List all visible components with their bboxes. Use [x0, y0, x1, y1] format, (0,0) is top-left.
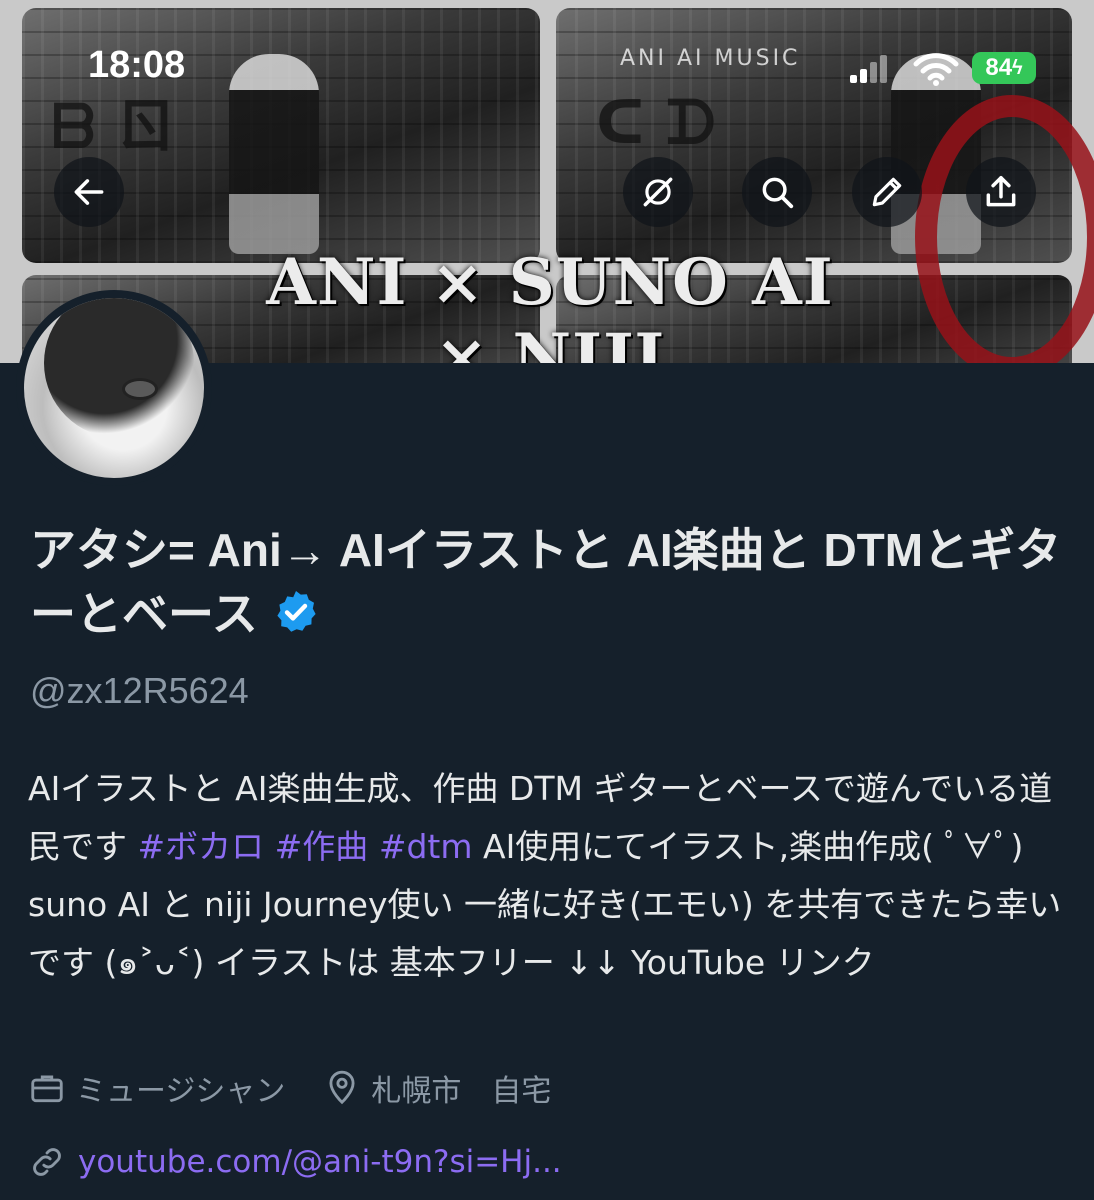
user-handle: @zx12R5624	[30, 670, 249, 711]
share-button[interactable]	[966, 157, 1036, 227]
display-name-text: アタシ= Ani→ AIイラストと AI楽曲と DTMとギターとベース	[30, 524, 1062, 640]
search-icon	[762, 177, 794, 209]
avatar-eye	[122, 378, 158, 400]
search-button[interactable]	[742, 157, 812, 227]
category-item: ミュージシャン	[28, 1066, 285, 1110]
profile-meta: ミュージシャン 札幌市 自宅	[28, 1066, 589, 1110]
location-item: 札幌市 自宅	[323, 1066, 551, 1110]
profile-link-row: youtube.com/@ani-t9n?si=Hj...	[28, 1143, 562, 1181]
battery-level: 84	[985, 54, 1013, 81]
banner-figure	[229, 53, 320, 254]
charging-bolt-icon: ϟ	[1012, 56, 1023, 79]
status-time: 18:08	[88, 44, 186, 86]
battery-indicator: 84 ϟ	[972, 52, 1036, 84]
graffiti-mark: ᑕ ᗪ	[596, 88, 716, 158]
hashtag-link[interactable]: #作曲	[275, 827, 369, 866]
banner-watermark: ANI AI MUSIC	[620, 46, 801, 71]
wifi-icon	[913, 53, 959, 86]
avatar-hair	[44, 298, 194, 438]
pencil-icon	[872, 177, 902, 207]
cell-signal-icon	[850, 55, 887, 83]
back-button[interactable]	[54, 157, 124, 227]
hashtag-link[interactable]: #ボカロ	[138, 827, 265, 866]
profile-website-link[interactable]: youtube.com/@ani-t9n?si=Hj...	[78, 1144, 562, 1180]
display-name: アタシ= Ani→ AIイラストと AI楽曲と DTMとギターとベース	[30, 518, 1070, 646]
avatar[interactable]	[16, 290, 212, 486]
link-icon	[33, 1148, 61, 1176]
edit-button[interactable]	[852, 157, 922, 227]
hashtag-link[interactable]: #dtm	[379, 827, 473, 866]
grok-icon	[643, 177, 673, 207]
location-text: 札幌市 自宅	[371, 1074, 552, 1109]
avatar-image	[24, 298, 204, 478]
banner-logo: ANI × SUNO AI × NIJI	[266, 245, 834, 363]
verified-badge-icon[interactable]	[272, 588, 320, 636]
category-text: ミュージシャン	[76, 1074, 286, 1109]
arrow-left-icon	[74, 179, 104, 205]
profile-bio: AIイラストと AI楽曲生成、作曲 DTM ギターとベースで遊んでいる道民です …	[28, 760, 1073, 992]
location-pin-icon	[329, 1070, 355, 1105]
graffiti-mark: ᗷ ㄖ	[52, 92, 177, 162]
briefcase-icon	[31, 1075, 63, 1103]
share-icon	[986, 176, 1016, 207]
grok-button[interactable]	[623, 157, 693, 227]
